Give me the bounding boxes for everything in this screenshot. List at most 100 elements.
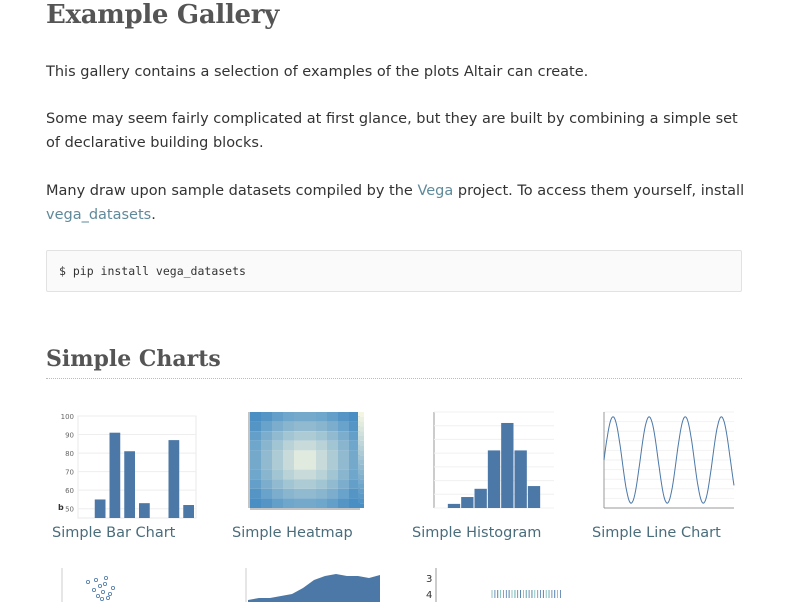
vega-link[interactable]: Vega xyxy=(417,183,453,199)
strip-plot-thumbnail: 34 xyxy=(426,568,561,602)
histogram-thumbnail xyxy=(433,411,554,509)
heatmap-cell xyxy=(283,421,294,432)
heatmap-cell xyxy=(327,479,338,489)
heatmap-cell xyxy=(294,440,305,451)
heatmap-cell xyxy=(327,421,338,432)
y-tick-label: 50 xyxy=(65,506,74,514)
gallery-label-simple-bar-chart[interactable]: Simple Bar Chart xyxy=(52,525,175,541)
heatmap-cell xyxy=(250,479,261,489)
heatmap-cell xyxy=(294,431,305,441)
heatmap-cell xyxy=(272,469,283,480)
thumb-scatter-partial[interactable] xyxy=(58,568,208,602)
heatmap-cell xyxy=(305,431,316,441)
colorbar-segment xyxy=(358,416,364,422)
bar xyxy=(168,440,180,518)
datasets-paragraph: Many draw upon sample datasets compiled … xyxy=(46,179,746,227)
heatmap-cell xyxy=(316,479,327,489)
scatter-point xyxy=(100,596,105,601)
heatmap-cell xyxy=(338,431,349,441)
thumb-simple-bar-chart[interactable]: 100 90 80 70 60 50 b xyxy=(50,410,200,522)
heatmap-cell xyxy=(261,421,272,432)
gallery-label-simple-heatmap[interactable]: Simple Heatmap xyxy=(232,525,353,541)
heatmap-cell xyxy=(338,412,349,422)
heatmap-cell xyxy=(294,421,305,432)
bar xyxy=(124,451,135,518)
scatter-point xyxy=(111,585,116,590)
scatter-point xyxy=(85,579,90,584)
gallery-label-simple-line-chart[interactable]: Simple Line Chart xyxy=(592,525,721,541)
heatmap-cell xyxy=(327,469,338,480)
colorbar-segment xyxy=(358,484,364,489)
heatmap-cell xyxy=(261,431,272,441)
heatmap-cell xyxy=(316,450,327,460)
heatmap-cell xyxy=(272,498,283,508)
thumb-simple-heatmap[interactable] xyxy=(232,408,380,522)
heatmap-cell xyxy=(316,498,327,508)
heatmap-thumbnail xyxy=(248,412,364,510)
y-tick-label: 80 xyxy=(65,450,74,458)
colorbar-segment xyxy=(358,426,364,432)
colorbar-segment xyxy=(358,488,364,494)
bar xyxy=(139,503,150,518)
heatmap-cell xyxy=(250,469,261,480)
heatmap-cell xyxy=(283,460,294,470)
page-title: Example Gallery xyxy=(46,0,279,30)
heatmap-cell xyxy=(305,450,316,460)
heatmap-cell xyxy=(327,488,338,499)
heatmap-cell xyxy=(294,479,305,489)
scatter-point xyxy=(104,575,109,580)
heatmap-cell xyxy=(261,498,272,508)
y-tick-label: 70 xyxy=(65,469,74,477)
heatmap-cell xyxy=(338,440,349,451)
heatmap-cell xyxy=(272,460,283,470)
colorbar-segment xyxy=(358,436,364,441)
heatmap-cell xyxy=(261,412,272,422)
heatmap-cell xyxy=(305,479,316,489)
heatmap-cell xyxy=(283,412,294,422)
scatter-point xyxy=(98,583,103,588)
heatmap-cell xyxy=(327,450,338,460)
colorbar-segment xyxy=(358,503,364,508)
heatmap-cell xyxy=(327,498,338,508)
histogram-bar xyxy=(527,486,541,508)
heatmap-cell xyxy=(305,469,316,480)
colorbar-segment xyxy=(358,464,364,470)
colorbar-segment xyxy=(358,479,364,484)
thumb-strip-partial[interactable]: 34 xyxy=(412,568,562,602)
heatmap-cell xyxy=(316,412,327,422)
colorbar-segment xyxy=(358,455,364,460)
colorbar-segment xyxy=(358,450,364,456)
scatter-thumbnail xyxy=(61,568,116,602)
y-tick-label: 90 xyxy=(65,432,74,440)
strip-tick-label: 3 xyxy=(426,574,432,585)
datasets-suffix: . xyxy=(151,207,156,223)
thumb-area-partial[interactable] xyxy=(236,568,382,602)
colorbar-segment xyxy=(358,498,364,504)
thumb-simple-histogram[interactable] xyxy=(412,408,560,522)
histogram-bar xyxy=(487,450,501,508)
heatmap-cell xyxy=(305,488,316,499)
histogram-bar xyxy=(514,450,527,508)
heatmap-cell xyxy=(305,421,316,432)
heatmap-cell xyxy=(338,460,349,470)
scatter-point xyxy=(96,593,101,598)
scatter-point xyxy=(103,581,108,586)
datasets-prefix: Many draw upon sample datasets compiled … xyxy=(46,183,418,199)
heatmap-cell xyxy=(283,479,294,489)
heatmap-cell xyxy=(294,460,305,470)
colorbar-segment xyxy=(358,493,364,499)
heatmap-cell xyxy=(250,431,261,441)
thumb-simple-line-chart[interactable] xyxy=(592,408,740,522)
line-chart-thumbnail xyxy=(603,411,735,509)
heatmap-cell xyxy=(305,498,316,508)
heatmap-cell xyxy=(272,450,283,460)
scatter-point xyxy=(108,591,113,596)
heatmap-cell xyxy=(250,440,261,451)
heatmap-cell xyxy=(294,450,305,460)
gallery-label-simple-histogram[interactable]: Simple Histogram xyxy=(412,525,541,541)
vega-datasets-link[interactable]: vega_datasets xyxy=(46,207,151,223)
area-shape xyxy=(248,574,380,602)
heatmap-cell xyxy=(294,412,305,422)
heatmap-cell xyxy=(338,498,349,508)
heatmap-cell xyxy=(250,488,261,499)
